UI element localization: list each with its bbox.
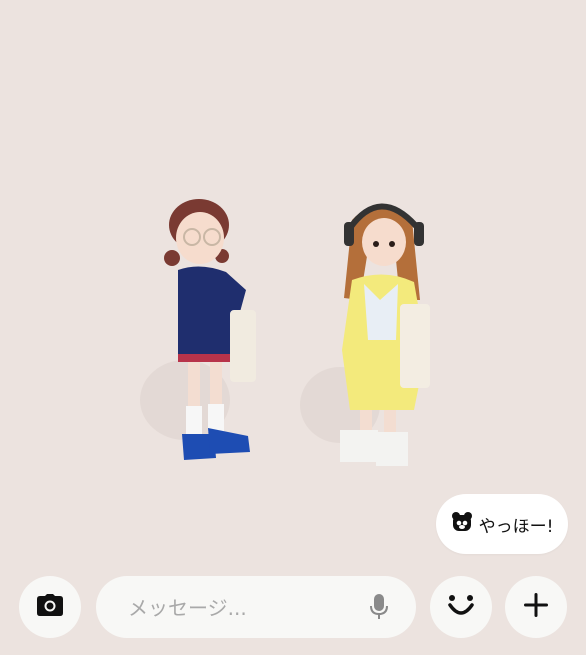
smile-icon xyxy=(446,593,476,621)
quick-reply-label: やっほー! xyxy=(478,516,554,537)
plus-icon xyxy=(524,593,548,621)
emoji-button[interactable] xyxy=(430,576,492,638)
camera-button[interactable] xyxy=(19,576,81,638)
quick-reply-button[interactable]: やっほー! xyxy=(436,494,568,554)
message-composer xyxy=(0,572,586,642)
message-input[interactable] xyxy=(126,576,360,640)
camera-icon xyxy=(37,594,63,620)
add-button[interactable] xyxy=(505,576,567,638)
message-input-container xyxy=(96,576,416,640)
microphone-icon[interactable] xyxy=(370,594,388,624)
bear-emoji-icon xyxy=(451,511,473,537)
avatar-scene xyxy=(0,0,586,560)
